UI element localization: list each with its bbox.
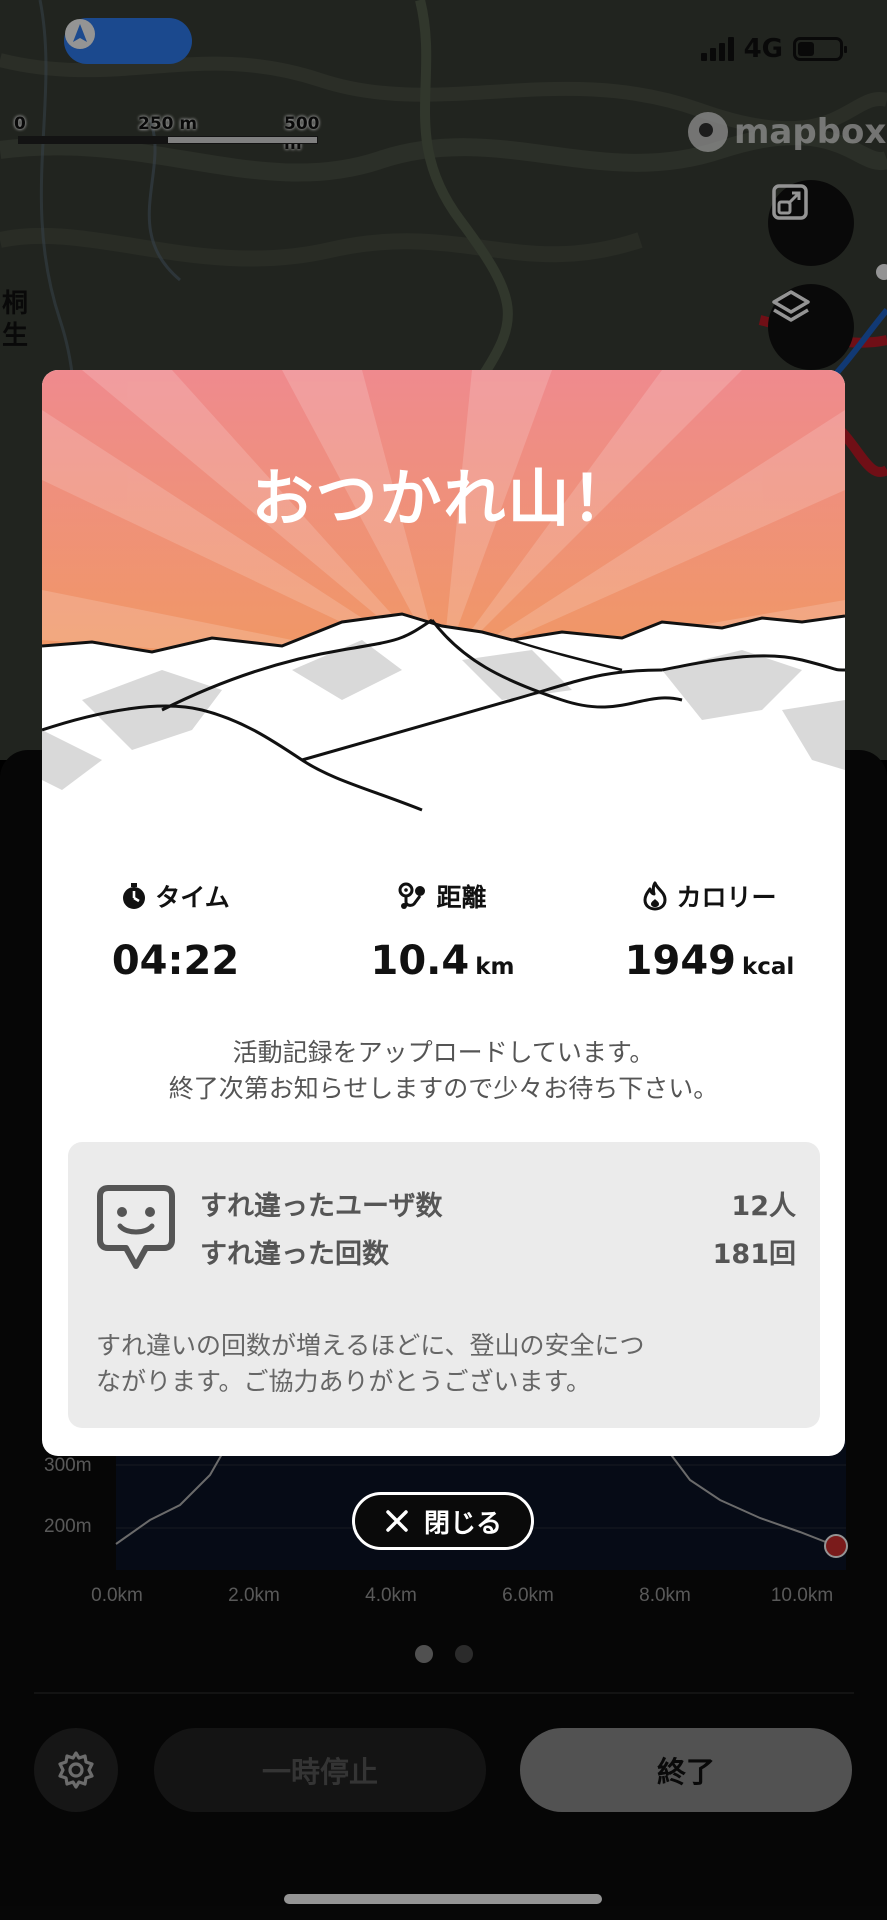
pass-by-summary: すれ違ったユーザ数 12人 すれ違った回数 181回 すれ違いの回数が増えるほど…: [68, 1142, 820, 1428]
route-pin-icon: [398, 882, 426, 909]
flame-icon: [643, 881, 667, 911]
pass-by-note: すれ違いの回数が増えるほどに、登山の安全につ ながります。ご協力ありがとうござい…: [96, 1328, 796, 1400]
stat-label: 距離: [436, 883, 487, 912]
close-button-label: 閉じる: [423, 1508, 502, 1539]
stat-distance: 距離 10.4 km: [309, 878, 576, 984]
pass-by-times-label: すれ違った回数: [200, 1239, 389, 1270]
stat-value: 04:22: [111, 938, 240, 984]
pass-by-users-value: 12人: [731, 1191, 796, 1222]
finish-modal: おつかれ山！ タイム 04:22 距離 10.4 km カロリー 1949 kc…: [42, 370, 845, 1456]
close-button[interactable]: 閉じる: [352, 1492, 534, 1550]
pass-by-users-label: すれ違ったユーザ数: [200, 1191, 443, 1222]
stopwatch-icon: [123, 883, 146, 909]
stat-value: 1949: [624, 938, 736, 984]
pass-by-note-line: すれ違いの回数が増えるほどに、登山の安全につ: [96, 1331, 645, 1360]
pass-by-times-row: すれ違った回数 181回: [200, 1232, 796, 1271]
upload-message-line: 終了次第お知らせしますので少々お待ち下さい。: [168, 1074, 719, 1103]
sunrise-mountain-illustration: [42, 370, 845, 828]
stat-value: 10.4: [370, 938, 470, 984]
stat-time: タイム 04:22: [42, 878, 309, 984]
pass-by-users-row: すれ違ったユーザ数 12人: [200, 1184, 796, 1223]
hero-banner: おつかれ山！: [42, 370, 845, 828]
stat-label: タイム: [155, 883, 230, 912]
modal-title: おつかれ山！: [251, 462, 636, 535]
stat-label: カロリー: [676, 883, 777, 912]
pass-by-face-icon: [97, 1185, 175, 1269]
pass-by-note-line: ながります。ご協力ありがとうございます。: [96, 1367, 592, 1396]
stat-unit: kcal: [741, 954, 795, 980]
stat-unit: km: [475, 954, 515, 980]
upload-message-line: 活動記録をアップロードしています。: [232, 1038, 655, 1067]
upload-status-message: 活動記録をアップロードしています。 終了次第お知らせしますので少々お待ち下さい。: [42, 1035, 845, 1107]
close-icon: [386, 1510, 408, 1532]
stat-calories: カロリー 1949 kcal: [576, 878, 843, 984]
activity-stats: タイム 04:22 距離 10.4 km カロリー 1949 kcal: [42, 878, 845, 984]
pass-by-times-value: 181回: [712, 1239, 796, 1270]
